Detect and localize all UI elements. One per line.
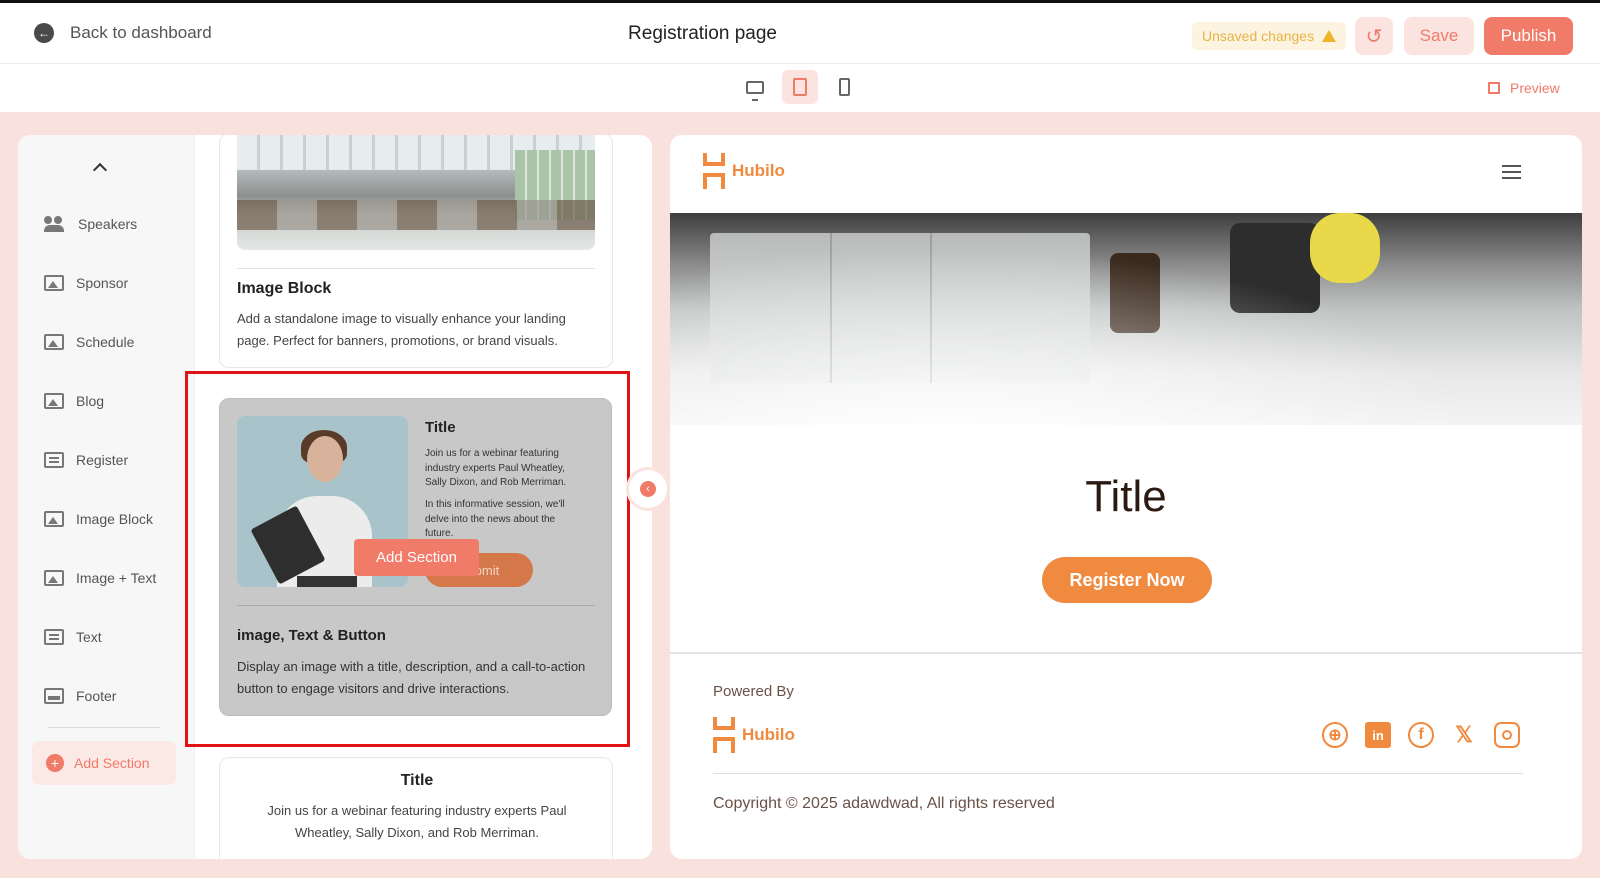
footer-divider	[713, 773, 1523, 774]
expand-icon	[1488, 82, 1500, 94]
sidebar-item-label: Schedule	[76, 334, 135, 350]
undo-icon: ↺	[1365, 25, 1383, 48]
sidebar-item-sponsor[interactable]: Sponsor	[44, 268, 128, 298]
chevron-left-icon: ‹	[640, 481, 656, 497]
card-divider	[237, 268, 595, 269]
social-links: ⊕ in f 𝕏	[1322, 722, 1520, 748]
desktop-icon	[746, 80, 764, 101]
collapse-panel-button[interactable]: ‹	[629, 470, 667, 508]
card-description: Add a standalone image to visually enhan…	[237, 311, 566, 348]
sidebar-item-speakers[interactable]: Speakers	[44, 209, 137, 239]
office-thumbnail	[237, 135, 595, 250]
facebook-icon[interactable]: f	[1408, 722, 1434, 748]
hubilo-logo-icon	[713, 717, 735, 753]
section-divider	[670, 652, 1582, 654]
chevron-up-icon[interactable]	[92, 162, 108, 178]
selection-highlight	[185, 371, 630, 747]
save-button[interactable]: Save	[1404, 17, 1474, 55]
image-icon	[44, 334, 64, 350]
hubilo-logo-icon	[703, 153, 725, 189]
speakers-icon	[44, 216, 66, 232]
sidebar-item-register[interactable]: Register	[44, 445, 128, 475]
x-icon[interactable]: 𝕏	[1451, 722, 1477, 748]
sidebar-item-schedule[interactable]: Schedule	[44, 327, 134, 357]
footer-brand-name: Hubilo	[742, 725, 795, 744]
sidebar-item-label: Image + Text	[76, 570, 157, 586]
copyright-text: Copyright © 2025 adawdwad, All rights re…	[713, 795, 1055, 812]
powered-by-label: Powered By	[713, 683, 794, 700]
brand-name: Hubilo	[732, 161, 785, 180]
sidebar-item-label: Sponsor	[76, 275, 129, 291]
image-icon	[44, 570, 64, 586]
unsaved-changes-badge: Unsaved changes	[1192, 22, 1347, 50]
device-bar: Preview	[0, 64, 1600, 112]
sidebar-item-label: Blog	[76, 393, 105, 409]
page-preview: Hubilo Title Register Now Powered By Hub…	[670, 135, 1582, 859]
sidebar-item-image-block[interactable]: Image Block	[44, 504, 153, 534]
nav-divider	[48, 727, 160, 728]
mobile-view-button[interactable]	[826, 70, 862, 104]
text-icon	[44, 452, 64, 468]
preview-label: Preview	[1510, 80, 1560, 96]
register-now-button[interactable]: Register Now	[1042, 557, 1212, 603]
tablet-view-button[interactable]	[782, 70, 818, 104]
sidebar-item-text[interactable]: Text	[44, 622, 102, 652]
sidebar-item-blog[interactable]: Blog	[44, 386, 104, 416]
text-card[interactable]: Title Join us for a webinar featuring in…	[219, 757, 613, 859]
linkedin-icon[interactable]: in	[1365, 722, 1391, 748]
mobile-icon	[838, 78, 850, 96]
hero-image	[670, 213, 1582, 425]
globe-icon[interactable]: ⊕	[1322, 722, 1348, 748]
preview-button[interactable]: Preview	[1488, 80, 1560, 96]
image-icon	[44, 393, 64, 409]
text-icon	[44, 629, 64, 645]
warning-icon	[1322, 30, 1337, 42]
footer-logo: Hubilo	[713, 717, 795, 753]
brand-logo: Hubilo	[703, 153, 785, 189]
sidebar-item-footer[interactable]: Footer	[44, 681, 116, 711]
add-section-button[interactable]: + Add Section	[32, 741, 176, 785]
sidebar-item-label: Text	[76, 629, 102, 645]
image-icon	[44, 511, 64, 527]
instagram-icon[interactable]	[1494, 722, 1520, 748]
undo-button[interactable]: ↺	[1355, 17, 1393, 55]
hero-title: Title	[1085, 472, 1167, 521]
desktop-view-button[interactable]	[737, 70, 773, 104]
unsaved-label: Unsaved changes	[1202, 28, 1315, 44]
card-title: Title	[400, 772, 434, 789]
sidebar-item-label: Footer	[76, 688, 117, 704]
sidebar-item-label: Speakers	[78, 216, 138, 232]
footer-icon	[44, 688, 64, 704]
top-bar: ← Back to dashboard Registration page Un…	[0, 0, 1600, 64]
hamburger-menu-icon[interactable]	[1502, 165, 1521, 179]
sidebar-item-image-text[interactable]: Image + Text	[44, 563, 156, 593]
add-section-label: Add Section	[74, 755, 150, 771]
card-description: Join us for a webinar featuring industry…	[267, 803, 567, 840]
sidebar-item-label: Register	[76, 452, 129, 468]
image-block-card[interactable]: Image Block Add a standalone image to vi…	[219, 135, 613, 368]
plus-icon: +	[46, 754, 64, 772]
tablet-icon	[793, 78, 807, 96]
publish-button[interactable]: Publish	[1484, 17, 1573, 55]
section-nav: Speakers Sponsor Schedule Blog Register …	[18, 135, 195, 859]
sidebar-item-label: Image Block	[76, 511, 154, 527]
card-title: Image Block	[237, 280, 332, 297]
image-icon	[44, 275, 64, 291]
